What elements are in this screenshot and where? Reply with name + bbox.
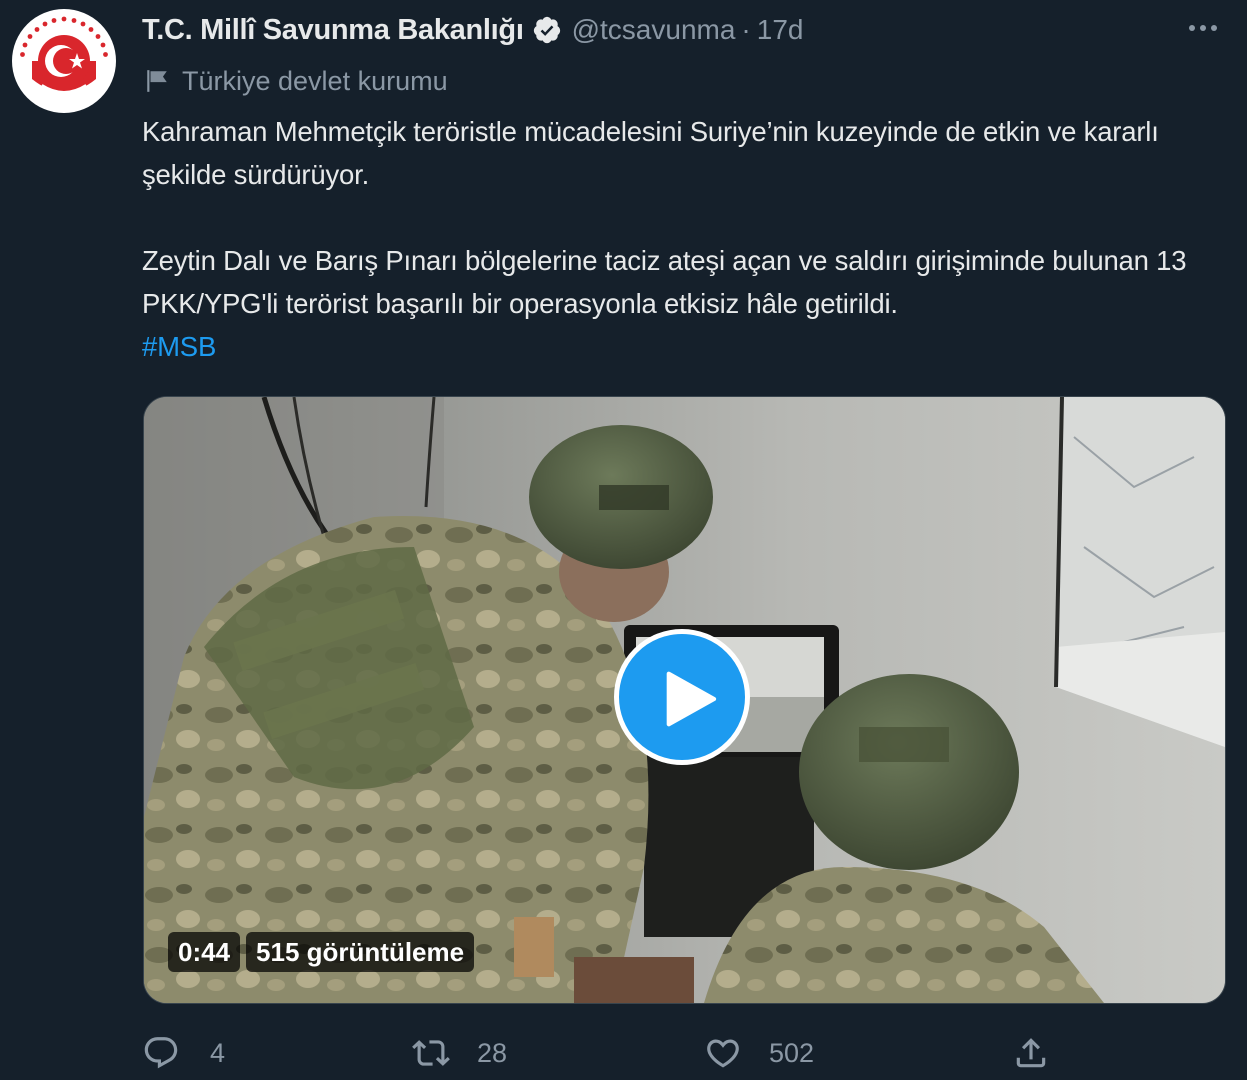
- handle[interactable]: @tcsavunma: [572, 14, 736, 46]
- government-label[interactable]: Türkiye devlet kurumu: [182, 66, 448, 97]
- flag-icon: [147, 70, 167, 92]
- tweet: T.C. Millî Savunma Bakanlığı @tcsavunma …: [0, 0, 1247, 1080]
- reply-button[interactable]: 4: [142, 1030, 225, 1076]
- video-duration: 0:44: [168, 932, 241, 972]
- video-meta: 0:44 515 görüntüleme: [168, 932, 475, 972]
- account-label: Türkiye devlet kurumu: [144, 62, 448, 100]
- more-button[interactable]: [1183, 13, 1223, 43]
- play-icon: [666, 671, 717, 727]
- play-button[interactable]: [614, 629, 750, 765]
- separator: ·: [741, 14, 751, 45]
- retweet-icon: [412, 1040, 450, 1066]
- retweet-count: 28: [477, 1037, 508, 1068]
- more-icon: [1189, 25, 1195, 31]
- tweet-paragraph-2: Zeytin Dalı ve Barış Pınarı bölgelerine …: [142, 245, 1187, 319]
- hashtag-link[interactable]: #MSB: [142, 331, 216, 362]
- retweet-button[interactable]: 28: [412, 1030, 507, 1076]
- share-icon: [1016, 1038, 1046, 1068]
- msb-logo: [16, 13, 112, 109]
- like-count: 502: [769, 1037, 815, 1068]
- tweet-paragraph-1: Kahraman Mehmetçik teröristle mücadelesi…: [142, 116, 1159, 190]
- tweet-text: Kahraman Mehmetçik teröristle mücadelesi…: [142, 110, 1227, 368]
- verified-badge-icon: [533, 16, 560, 44]
- avatar[interactable]: [12, 9, 116, 113]
- reply-count: 4: [210, 1037, 226, 1068]
- share-button[interactable]: [1012, 1030, 1050, 1076]
- display-name[interactable]: T.C. Millî Savunma Bakanlığı: [142, 14, 524, 47]
- tweet-header: T.C. Millî Savunma Bakanlığı @tcsavunma …: [142, 8, 803, 52]
- video-player[interactable]: 0:44 515 görüntüleme: [143, 396, 1226, 1004]
- video-views: 515 görüntüleme: [246, 932, 475, 972]
- like-button[interactable]: 502: [704, 1030, 814, 1076]
- reply-icon: [144, 1037, 178, 1069]
- like-icon: [707, 1039, 739, 1068]
- timestamp[interactable]: 17d: [757, 14, 804, 46]
